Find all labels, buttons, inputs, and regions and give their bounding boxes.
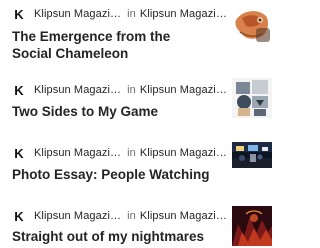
in-label: in	[127, 8, 136, 20]
in-label: in	[127, 84, 136, 96]
story-item[interactable]: K Klipsun Magazi… in Klipsun Magazi… Pho…	[0, 142, 272, 185]
story-meta: K Klipsun Magazi… in Klipsun Magazi…	[12, 208, 227, 224]
story-meta: K Klipsun Magazi… in Klipsun Magazi…	[12, 145, 227, 161]
story-meta: K Klipsun Magazi… in Klipsun Magazi…	[12, 6, 227, 22]
publication-link[interactable]: Klipsun Magazi…	[140, 8, 227, 20]
story-item[interactable]: K Klipsun Magazi… in Klipsun Magazi… Two…	[0, 78, 272, 122]
story-item[interactable]: K Klipsun Magazi… in Klipsun Magazi… The…	[0, 6, 272, 61]
publication-logo-icon[interactable]: K	[12, 209, 26, 224]
publication-link[interactable]: Klipsun Magazi…	[140, 84, 227, 96]
publication-link[interactable]: Klipsun Magazi…	[140, 210, 227, 222]
story-item[interactable]: K Klipsun Magazi… in Klipsun Magazi… Str…	[0, 206, 272, 248]
author-link[interactable]: Klipsun Magazi…	[34, 147, 121, 159]
in-label: in	[127, 147, 136, 159]
author-link[interactable]: Klipsun Magazi…	[34, 210, 121, 222]
story-title[interactable]: Photo Essay: People Watching	[12, 166, 212, 183]
publication-logo-icon[interactable]: K	[12, 83, 26, 98]
collage-thumbnail-icon[interactable]	[232, 78, 272, 118]
chameleon-thumbnail-icon[interactable]	[232, 6, 272, 46]
story-title[interactable]: The Emergence from the Social Chameleon	[12, 28, 212, 62]
in-label: in	[127, 210, 136, 222]
publication-logo-icon[interactable]: K	[12, 146, 26, 161]
nightmare-thumbnail-icon[interactable]	[232, 206, 272, 246]
story-title[interactable]: Straight out of my nightmares	[12, 228, 212, 245]
night-street-thumbnail-icon[interactable]	[232, 142, 272, 168]
story-meta: K Klipsun Magazi… in Klipsun Magazi…	[12, 82, 227, 98]
story-feed: K Klipsun Magazi… in Klipsun Magazi… The…	[0, 0, 272, 248]
author-link[interactable]: Klipsun Magazi…	[34, 8, 121, 20]
publication-link[interactable]: Klipsun Magazi…	[140, 147, 227, 159]
publication-logo-icon[interactable]: K	[12, 7, 26, 22]
author-link[interactable]: Klipsun Magazi…	[34, 84, 121, 96]
story-title[interactable]: Two Sides to My Game	[12, 103, 212, 120]
